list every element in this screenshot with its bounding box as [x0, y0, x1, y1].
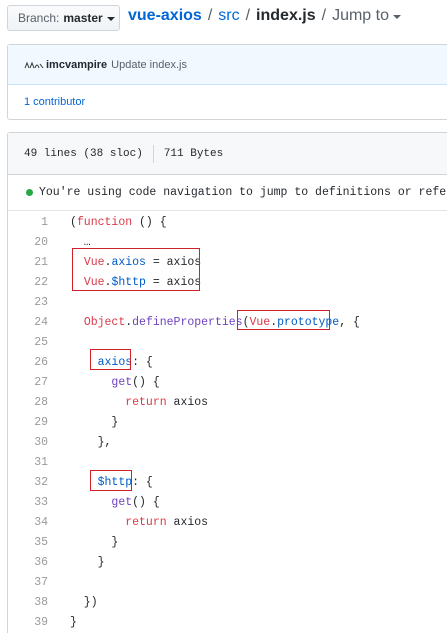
code-text: … — [70, 235, 91, 249]
breadcrumb-repo-link[interactable]: vue-axios — [128, 7, 202, 25]
line-number[interactable]: 27 — [8, 376, 48, 389]
code-navigation-message: You're using code navigation to jump to … — [39, 186, 447, 199]
chevron-down-icon — [393, 15, 401, 19]
line-number[interactable]: 36 — [8, 556, 48, 569]
code-text: return axios — [125, 395, 209, 409]
highlight-box-vue-prototype — [237, 310, 330, 330]
code-line: 30 }, — [8, 432, 447, 452]
code-text: get() { — [111, 375, 160, 389]
code-navigation-banner: You're using code navigation to jump to … — [8, 175, 447, 211]
code-line: 31 — [8, 452, 447, 472]
code-line: 27 get() { — [8, 372, 447, 392]
line-number[interactable]: 38 — [8, 596, 48, 609]
line-number[interactable]: 24 — [8, 316, 48, 329]
file-size: 711 Bytes — [163, 147, 224, 160]
code-line: 38 }) — [8, 592, 447, 612]
line-number[interactable]: 32 — [8, 476, 48, 489]
code-line: 35 } — [8, 532, 447, 552]
branch-value: master — [63, 11, 103, 25]
latest-commit-row: imcvampire Update index.js — [8, 45, 447, 85]
jump-to-dropdown[interactable]: Jump to — [332, 7, 401, 25]
file-line-count: 49 lines (38 sloc) — [24, 147, 143, 160]
line-number[interactable]: 28 — [8, 396, 48, 409]
code-line: 37 — [8, 572, 447, 592]
code-line: 29 } — [8, 412, 447, 432]
line-number[interactable]: 23 — [8, 296, 48, 309]
code-text: } — [70, 415, 119, 429]
line-number[interactable]: 34 — [8, 516, 48, 529]
line-number[interactable]: 21 — [8, 256, 48, 269]
branch-label: Branch: — [18, 11, 60, 25]
code-line: 32 $http: { — [8, 472, 447, 492]
breadcrumb-separator: / — [207, 7, 213, 24]
top-bar: Branch: master vue-axios / src / index.j… — [0, 0, 447, 36]
line-number[interactable]: 37 — [8, 576, 48, 589]
code-line: 1 (function () { — [8, 212, 447, 232]
code-text: return axios — [125, 515, 209, 529]
contributors-link[interactable]: 1 contributor — [8, 85, 447, 119]
line-number[interactable]: 35 — [8, 536, 48, 549]
commit-message-link[interactable]: Update index.js — [111, 59, 187, 71]
code-line: 36 } — [8, 552, 447, 572]
breadcrumb-separator: / — [245, 7, 251, 24]
line-number[interactable]: 1 — [8, 216, 48, 229]
code-line: 24 Object.defineProperties(Vue.prototype… — [8, 312, 447, 332]
line-number[interactable]: 31 — [8, 456, 48, 469]
highlight-box-axios-key — [90, 349, 131, 370]
code-line: 39} — [8, 612, 447, 632]
code-text: }, — [70, 435, 112, 449]
jump-to-label: Jump to — [332, 7, 389, 24]
line-number[interactable]: 29 — [8, 416, 48, 429]
highlight-box-vue-assignments — [72, 248, 200, 291]
breadcrumb-dir-link[interactable]: src — [218, 7, 239, 25]
breadcrumb-separator: / — [321, 7, 327, 24]
branch-selector-button[interactable]: Branch: master — [7, 5, 120, 31]
breadcrumb-file: index.js — [256, 7, 316, 24]
line-number[interactable]: 22 — [8, 276, 48, 289]
commit-author-link[interactable]: imcvampire — [46, 59, 107, 71]
code-line: 23 — [8, 292, 447, 312]
line-number[interactable]: 25 — [8, 336, 48, 349]
code-line: 25 — [8, 332, 447, 352]
chevron-down-icon — [106, 17, 115, 21]
status-dot-icon — [26, 189, 33, 196]
commit-info-box: imcvampire Update index.js 1 contributor — [7, 44, 447, 120]
line-number[interactable]: 30 — [8, 436, 48, 449]
line-number[interactable]: 39 — [8, 616, 48, 629]
code-text: } — [70, 535, 119, 549]
line-number[interactable]: 26 — [8, 356, 48, 369]
code-line: 26 axios: { — [8, 352, 447, 372]
highlight-box-http-key — [90, 470, 132, 491]
line-number[interactable]: 33 — [8, 496, 48, 509]
avatar[interactable] — [24, 59, 44, 71]
code-text: get() { — [111, 495, 160, 509]
file-header: 49 lines (38 sloc) 711 Bytes — [8, 133, 447, 175]
code-text: } — [70, 615, 77, 629]
breadcrumb: vue-axios / src / index.js / Jump to — [128, 5, 401, 27]
file-viewer: 49 lines (38 sloc) 711 Bytes You're usin… — [7, 132, 447, 633]
code-line: 34 return axios — [8, 512, 447, 532]
line-number[interactable]: 20 — [8, 236, 48, 249]
code-text: (function () { — [70, 215, 167, 229]
code-line: 33 get() { — [8, 492, 447, 512]
code-text: } — [70, 555, 105, 569]
code-text: }) — [70, 595, 98, 609]
divider — [152, 144, 154, 163]
code-line: 28 return axios — [8, 392, 447, 412]
